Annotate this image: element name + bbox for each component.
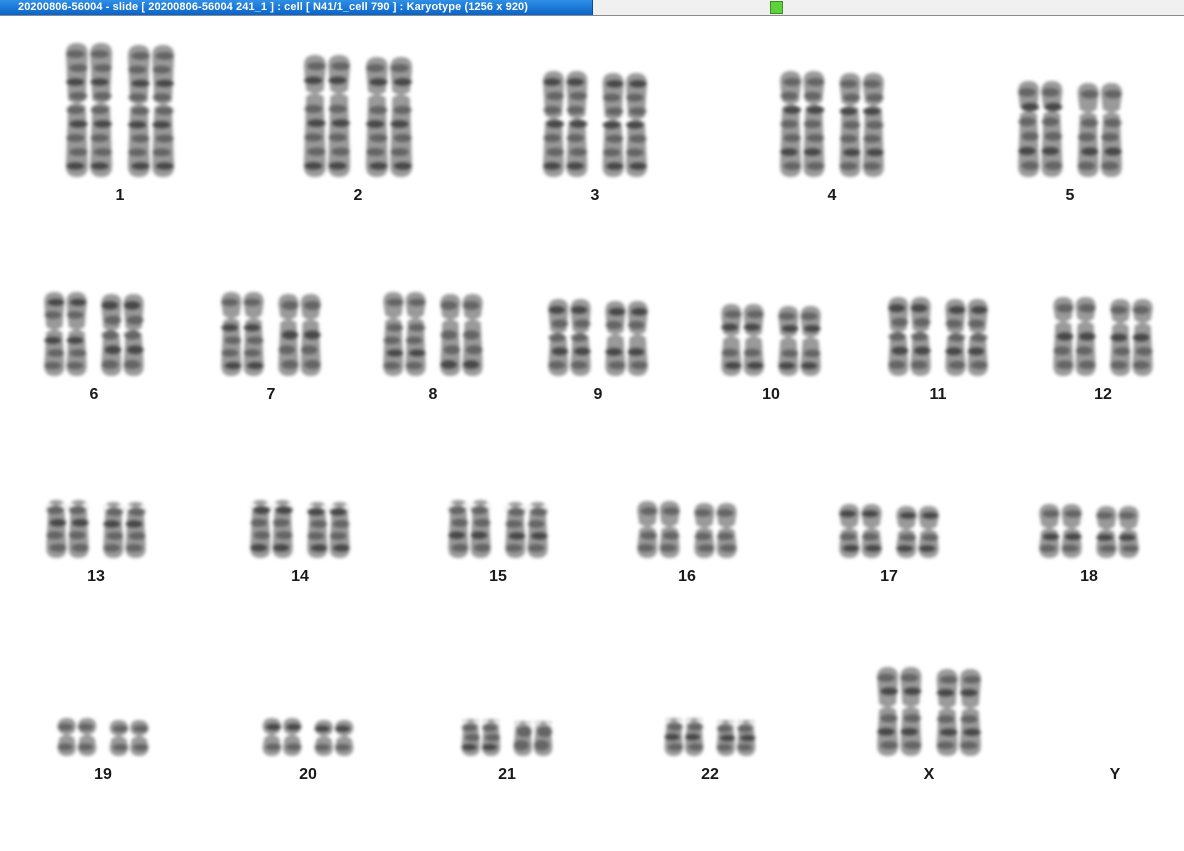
chromosome[interactable]	[877, 667, 922, 756]
status-square-icon	[770, 1, 783, 14]
chromosome-label: Y	[1109, 766, 1121, 783]
window-title-tab[interactable]: 20200806-56004 - slide [ 20200806-56004 …	[0, 0, 593, 15]
chromosome-label: X	[923, 766, 935, 783]
karyotype-canvas: 1 2 3 4 5 6 7 8 9 10 11 12 13 14 15 16 17 18 19 20 21 22 X Y	[0, 17, 1184, 851]
chromosome[interactable]	[936, 669, 981, 756]
window-title: 20200806-56004 - slide [ 20200806-56004 …	[18, 1, 529, 13]
chromosome-pair-graphic	[877, 667, 981, 756]
window-titlebar: 20200806-56004 - slide [ 20200806-56004 …	[0, 0, 1184, 16]
